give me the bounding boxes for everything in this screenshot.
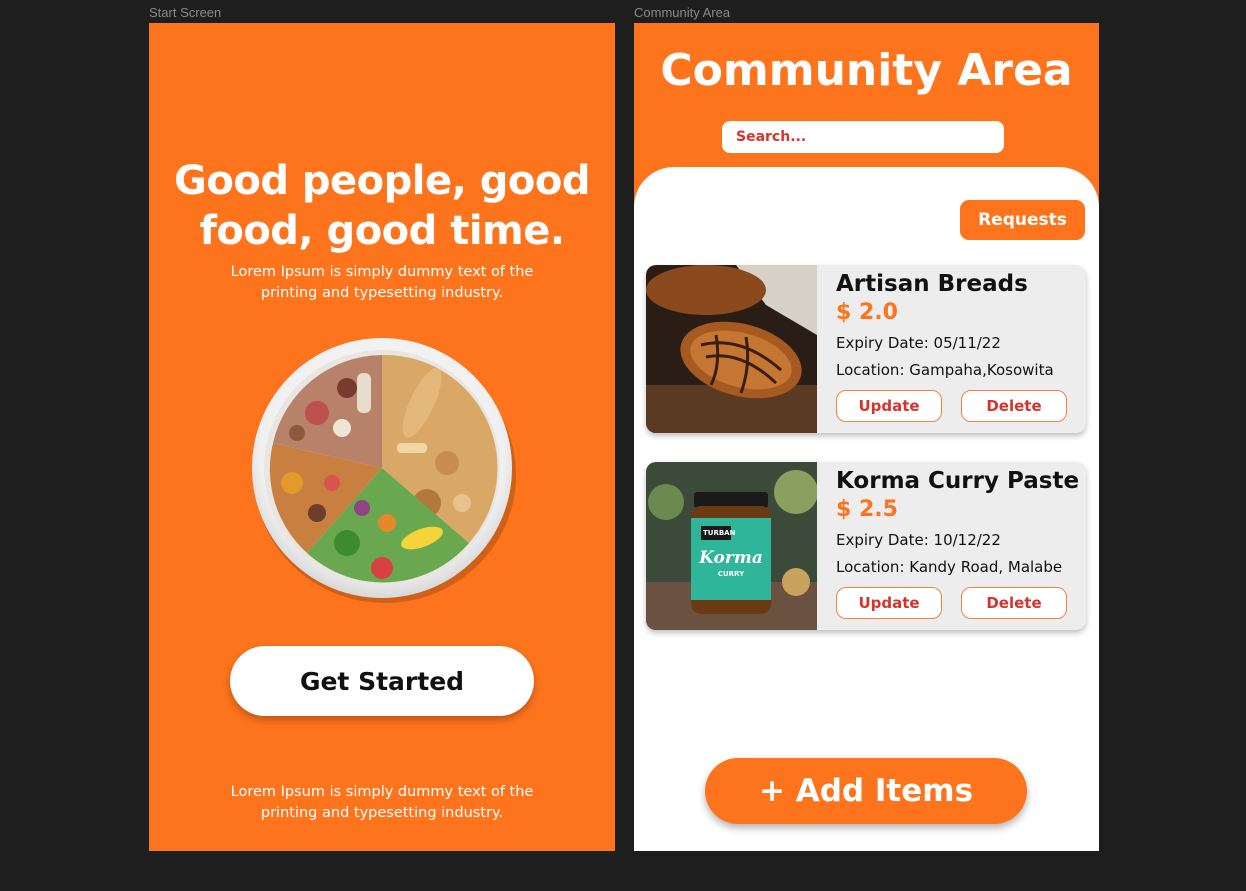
item-info: Korma Curry Paste $ 2.5 Expiry Date: 10/… [836,462,1086,630]
community-screen: Community Area Requests [634,23,1099,851]
item-expiry: Expiry Date: 05/11/22 [836,334,1001,352]
item-card: Artisan Breads $ 2.0 Expiry Date: 05/11/… [646,265,1086,433]
item-price: $ 2.5 [836,497,898,522]
content-panel: Requests Artisan Breads $ 2.0 Expiry Dat… [634,167,1099,851]
item-name: Artisan Breads [836,271,1028,297]
start-headline: Good people, good food, good time. [149,156,615,256]
delete-button[interactable]: Delete [961,587,1067,619]
item-expiry: Expiry Date: 10/12/22 [836,531,1001,549]
update-button[interactable]: Update [836,390,942,422]
start-screen: Good people, good food, good time. Lorem… [149,23,615,851]
item-name: Korma Curry Paste [836,468,1080,494]
item-card: TURBAN Korma CURRY Korma Curry Paste $ 2… [646,462,1086,630]
update-button[interactable]: Update [836,587,942,619]
subtext-top-line-1: Lorem Ipsum is simply dummy text of the [230,264,534,280]
headline-line-1: Good people, good [174,158,590,204]
frame-label-start: Start Screen [149,5,222,20]
subtext-top-line-2: printing and typesetting industry. [260,285,504,301]
item-price: $ 2.0 [836,300,898,325]
item-info: Artisan Breads $ 2.0 Expiry Date: 05/11/… [836,265,1086,433]
subtext-bottom-line-1: Lorem Ipsum is simply dummy text of the [230,784,534,800]
food-plate-image [247,333,517,603]
page-title: Community Area [660,45,1073,96]
jar-brand: TURBAN [703,529,736,537]
requests-button[interactable]: Requests [960,200,1085,240]
curry-jar-photo: TURBAN Korma CURRY [646,462,818,630]
start-subtext-top: Lorem Ipsum is simply dummy text of the … [149,262,615,304]
bread-photo [646,265,817,433]
delete-button[interactable]: Delete [961,390,1067,422]
start-subtext-bottom: Lorem Ipsum is simply dummy text of the … [149,782,615,824]
search-input[interactable] [722,121,1004,153]
jar-sub: CURRY [717,570,745,578]
item-location: Location: Gampaha,Kosowita [836,361,1054,379]
frame-label-community: Community Area [634,5,731,20]
item-location: Location: Kandy Road, Malabe [836,558,1063,576]
add-items-button[interactable]: + Add Items [705,758,1027,824]
headline-line-2: food, good time. [199,208,565,254]
get-started-button[interactable]: Get Started [230,646,534,716]
jar-label: Korma [699,548,763,568]
subtext-bottom-line-2: printing and typesetting industry. [260,805,504,821]
